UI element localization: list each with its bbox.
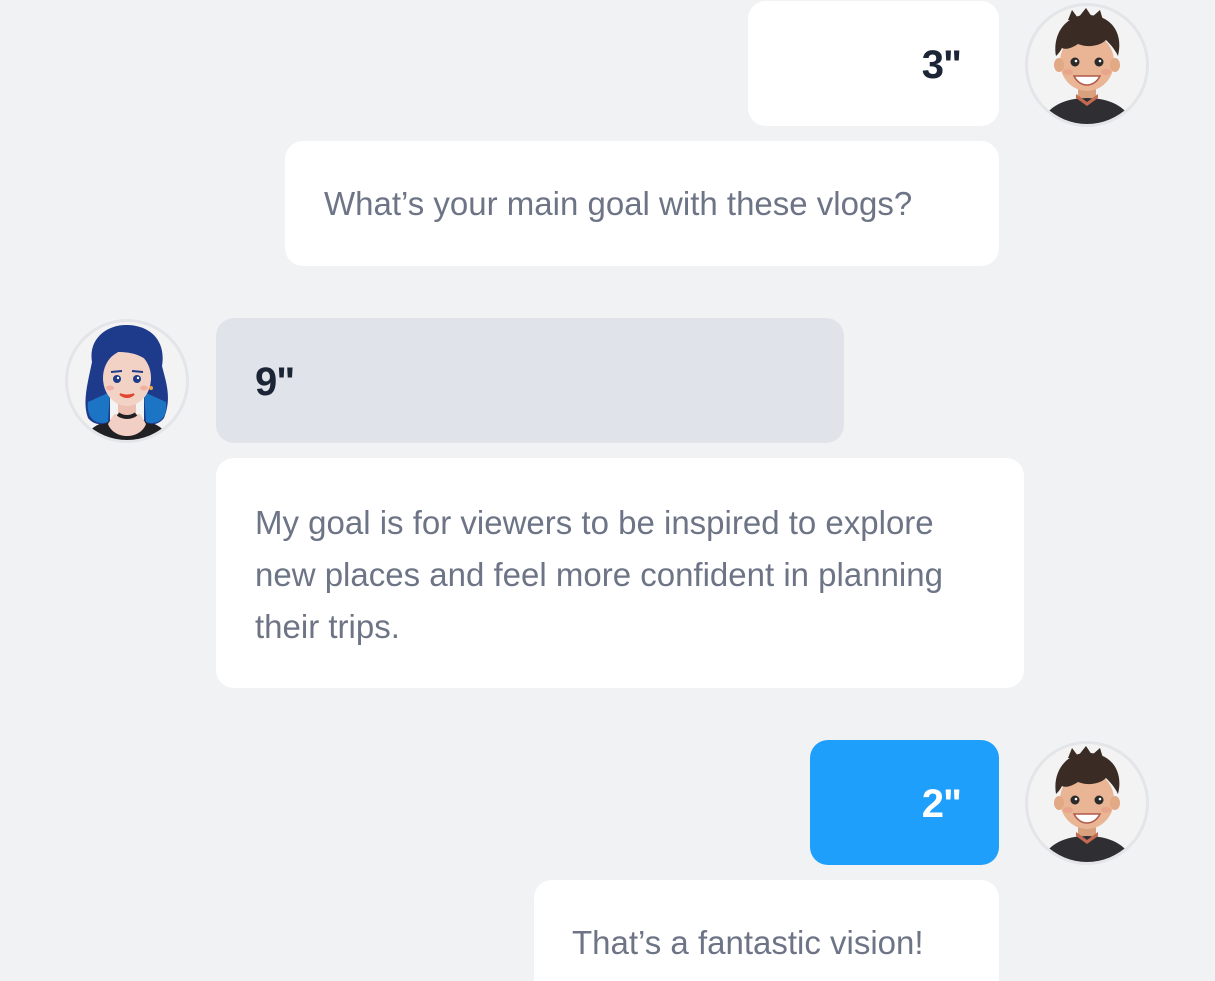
message-text: What’s your main goal with these vlogs?	[324, 185, 913, 222]
boy-avatar-icon[interactable]	[1025, 741, 1149, 865]
girl-avatar-icon	[84, 324, 170, 440]
girl-avatar-icon[interactable]	[65, 319, 189, 443]
boy-avatar-icon[interactable]	[1025, 3, 1149, 127]
voice-message-bubble-active[interactable]: 2"	[810, 740, 999, 865]
message-bubble[interactable]: My goal is for viewers to be inspired to…	[216, 458, 1024, 688]
voice-duration: 2"	[921, 782, 962, 826]
voice-message-bubble[interactable]: 3"	[748, 1, 999, 126]
boy-avatar-icon	[1042, 746, 1132, 862]
boy-avatar-icon	[1042, 8, 1132, 124]
voice-duration: 3"	[921, 43, 962, 87]
chat-area: 3" What’s your main goal with these vlog…	[0, 0, 1215, 981]
message-bubble[interactable]: That’s a fantastic vision!	[534, 880, 999, 981]
voice-duration: 9"	[255, 360, 295, 404]
message-text: That’s a fantastic vision!	[572, 924, 924, 961]
message-bubble[interactable]: What’s your main goal with these vlogs?	[285, 141, 999, 266]
voice-message-bubble[interactable]: 9"	[216, 318, 844, 443]
message-text: My goal is for viewers to be inspired to…	[255, 504, 943, 645]
